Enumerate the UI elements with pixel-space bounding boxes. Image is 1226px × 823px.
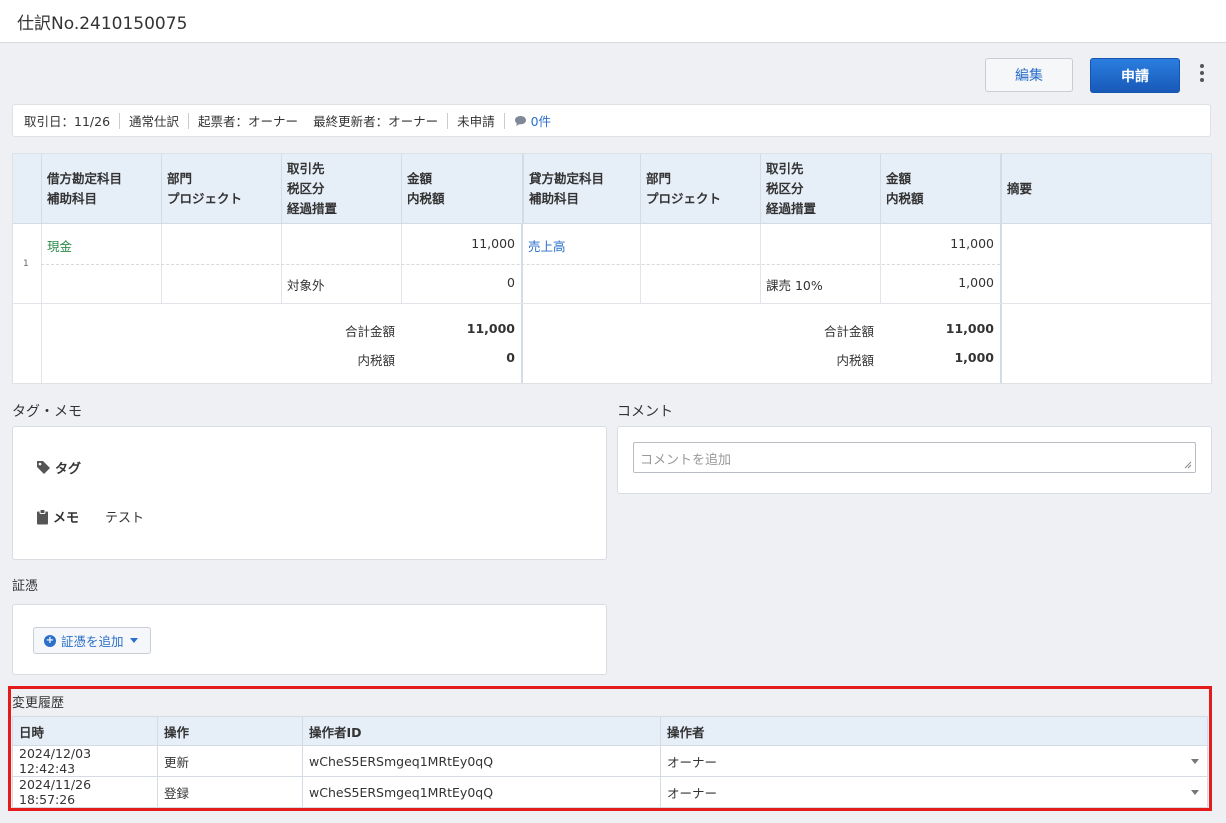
- debit-total-label: 合計金額: [344, 324, 395, 339]
- header-credit-partner: 取引先 税区分 経過措置: [760, 154, 880, 224]
- page-title: 仕訳No.2410150075: [17, 14, 188, 34]
- history-operator-id: wCheS5ERSmgeq1MRtEy0qQ: [302, 745, 661, 777]
- credit-tax-amount: 1,000: [958, 275, 994, 290]
- history-operator: オーナー: [667, 754, 718, 770]
- history-datetime: 2024/12/03 12:42:43: [12, 745, 158, 777]
- table-row: 2024/12/03 12:42:43 更新 wCheS5ERSmgeq1MRt…: [12, 745, 1208, 777]
- tag-memo-panel: タグ メモ テスト: [12, 426, 607, 560]
- evidence-section-title: 証憑: [12, 579, 39, 594]
- row-index: 1: [23, 259, 29, 269]
- history-col-datetime: 日時: [12, 716, 158, 746]
- credit-tax-class: 課売 10%: [766, 278, 823, 293]
- memo-value: テスト: [105, 511, 145, 526]
- header-debit-department: 部門 プロジェクト: [161, 154, 281, 224]
- header-credit-account: 貸方勘定科目 補助科目: [522, 154, 640, 224]
- edit-button[interactable]: 編集: [985, 58, 1073, 92]
- tag-memo-section-title: タグ・メモ: [12, 404, 82, 420]
- credit-account-link[interactable]: 売上高: [528, 236, 566, 255]
- tag-icon: [37, 461, 50, 474]
- header-debit-account: 借方勘定科目 補助科目: [41, 154, 161, 224]
- last-updater: 最終更新者：オーナー: [313, 114, 439, 129]
- memo-row[interactable]: メモ テスト: [36, 507, 144, 526]
- history-col-operator-id: 操作者ID: [302, 716, 661, 746]
- history-operator-id: wCheS5ERSmgeq1MRtEy0qQ: [302, 776, 661, 808]
- chevron-down-icon[interactable]: [1191, 790, 1199, 795]
- header-credit-department: 部門 プロジェクト: [640, 154, 760, 224]
- header-debit-amount: 金額 内税額: [401, 154, 521, 224]
- resize-grip-icon[interactable]: [1184, 461, 1192, 469]
- journal-info-bar: 取引日：11/26 通常仕訳 起票者：オーナー 最終更新者：オーナー 未申請 0…: [12, 104, 1211, 137]
- history-operator-cell[interactable]: オーナー: [660, 776, 1208, 808]
- history-table: 日時 操作 操作者ID 操作者 2024/12/03 12:42:43 更新 w…: [12, 716, 1208, 808]
- history-operator: オーナー: [667, 785, 718, 801]
- divider: [119, 112, 121, 129]
- debit-tax-class: 対象外: [287, 278, 325, 293]
- title-bar: 仕訳No.2410150075: [0, 0, 1226, 43]
- clipboard-icon: [37, 508, 48, 524]
- evidence-panel: + 証憑を追加: [12, 604, 607, 675]
- creator: 起票者：オーナー: [198, 114, 299, 129]
- comment-panel: コメントを追加: [617, 426, 1212, 494]
- history-action: 登録: [157, 776, 303, 808]
- debit-account-link[interactable]: 現金: [47, 236, 72, 255]
- header-credit-amount: 金額 内税額: [880, 154, 1000, 224]
- credit-amount: 11,000: [950, 236, 994, 251]
- debit-tax-total: 0: [506, 350, 515, 365]
- debit-tax-amount: 0: [507, 275, 515, 290]
- history-operator-cell[interactable]: オーナー: [660, 745, 1208, 777]
- header-memo: 摘要: [1000, 154, 1211, 224]
- credit-tax-label: 内税額: [836, 353, 874, 368]
- memo-label: メモ: [53, 511, 80, 526]
- history-col-action: 操作: [157, 716, 303, 746]
- approval-status: 未申請: [457, 114, 495, 129]
- header-debit-partner: 取引先 税区分 経過措置: [281, 154, 401, 224]
- debit-amount: 11,000: [471, 236, 515, 251]
- comment-section-title: コメント: [617, 404, 673, 420]
- comment-count: 0件: [530, 114, 552, 129]
- journal-type: 通常仕訳: [129, 114, 180, 129]
- comment-input[interactable]: コメントを追加: [633, 442, 1196, 473]
- plus-circle-icon: +: [44, 634, 56, 647]
- history-col-operator: 操作者: [660, 716, 1208, 746]
- table-row: 2024/11/26 18:57:26 登録 wCheS5ERSmgeq1MRt…: [12, 776, 1208, 808]
- history-datetime: 2024/11/26 18:57:26: [12, 776, 158, 808]
- add-evidence-label: 証憑を追加: [61, 634, 124, 649]
- history-header-row: 日時 操作 操作者ID 操作者: [12, 716, 1208, 746]
- divider: [188, 112, 190, 129]
- chevron-down-icon[interactable]: [1191, 759, 1199, 764]
- credit-total: 11,000: [945, 321, 994, 336]
- history-title: 変更履歴: [12, 696, 65, 711]
- apply-button[interactable]: 申請: [1090, 58, 1180, 93]
- speech-bubble-icon: [514, 115, 526, 126]
- comment-count-link[interactable]: 0件: [514, 111, 551, 130]
- debit-tax-label: 内税額: [357, 353, 395, 368]
- history-action: 更新: [157, 745, 303, 777]
- divider: [503, 112, 505, 129]
- trade-date: 取引日：11/26: [24, 114, 111, 129]
- credit-tax-total: 1,000: [954, 350, 994, 365]
- debit-total: 11,000: [466, 321, 515, 336]
- divider: [447, 112, 449, 129]
- tag-row[interactable]: タグ: [36, 458, 81, 477]
- journal-entry-table: 借方勘定科目 補助科目 部門 プロジェクト 取引先 税区分 経過措置 金額 内税額 貸方勘…: [12, 153, 1212, 384]
- caret-down-icon: [129, 638, 138, 643]
- add-evidence-button[interactable]: + 証憑を追加: [33, 627, 151, 654]
- tag-label: タグ: [55, 462, 82, 477]
- vertical-ellipsis-icon[interactable]: [1197, 64, 1207, 86]
- credit-total-label: 合計金額: [823, 324, 874, 339]
